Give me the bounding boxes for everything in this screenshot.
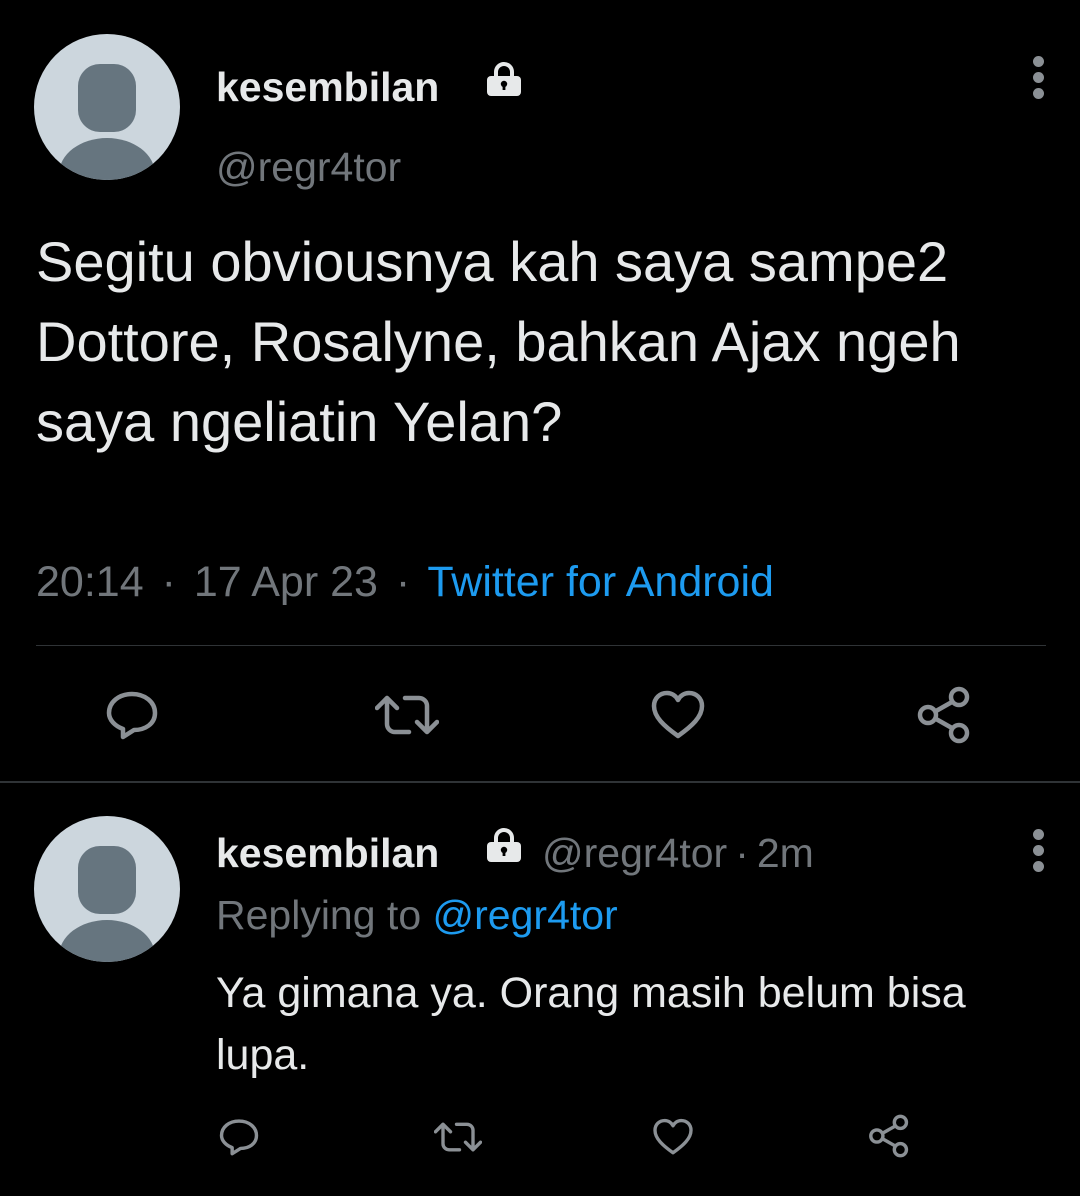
display-name[interactable]: kesembilan [216,830,439,877]
tweet-time: 20:14 [36,558,144,606]
meta-separator: · [395,558,411,606]
more-vertical-icon[interactable] [1031,56,1045,104]
user-handle[interactable]: @regr4tor [216,144,401,191]
share-button[interactable] [866,1112,912,1160]
share-button[interactable] [912,683,976,747]
divider [36,645,1046,646]
share-icon [917,686,970,744]
reply-icon [106,691,158,740]
avatar[interactable] [34,34,180,180]
replying-to-handle-link[interactable]: @regr4tor [433,892,618,938]
more-vertical-icon[interactable] [1031,829,1045,877]
retweet-icon [434,1122,482,1152]
avatar-head [78,64,136,132]
reply-icon [219,1119,259,1156]
lock-icon [487,828,521,862]
tweet-text: Segitu obviousnya kah saya sampe2 Dottor… [36,230,961,453]
meta-separator: · [161,558,176,606]
avatar-shoulders [59,138,155,180]
heart-icon [653,1118,693,1155]
meta-separator: · [735,830,749,876]
heart-icon [651,690,705,739]
display-name[interactable]: kesembilan [216,64,439,111]
avatar-shoulders [59,920,155,962]
user-handle[interactable]: @regr4tor [542,830,727,876]
avatar-head [78,846,136,914]
tweet-text: Ya gimana ya. Orang masih belum bisa lup… [216,969,966,1079]
lock-icon [487,62,521,96]
like-button[interactable] [650,1114,696,1160]
tweet-age: 2m [756,830,814,876]
tweet-source-link[interactable]: Twitter for Android [427,558,774,606]
retweet-button[interactable] [432,1114,484,1160]
share-icon [869,1114,909,1158]
reply-button[interactable] [216,1114,262,1160]
reply-handle-line: @regr4tor · 2m [542,830,814,877]
retweet-icon [375,695,439,735]
section-divider [0,781,1080,783]
retweet-button[interactable] [372,683,442,747]
tweet-date: 17 Apr 23 [193,558,378,606]
tweet-meta: 20:14 · 17 Apr 23 · Twitter for Android [36,558,774,607]
avatar[interactable] [34,816,180,962]
like-button[interactable] [646,683,710,747]
replying-to: Replying to @regr4tor [216,892,618,939]
reply-button[interactable] [100,683,164,747]
replying-to-label: Replying to [216,892,422,938]
